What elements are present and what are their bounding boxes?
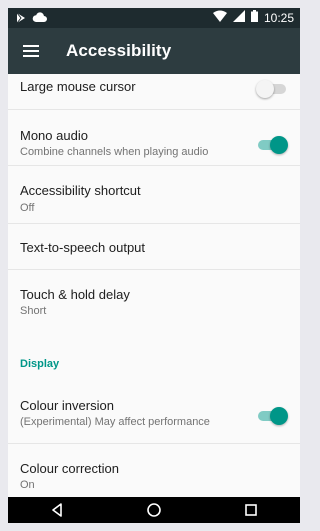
setting-subtitle: Short xyxy=(20,305,47,317)
setting-title: Large mouse cursor xyxy=(20,79,136,94)
setting-title: Colour inversion xyxy=(20,398,114,413)
setting-title: Mono audio xyxy=(20,128,88,143)
setting-subtitle: Off xyxy=(20,202,35,214)
menu-button[interactable] xyxy=(8,28,54,74)
setting-colour-correction[interactable]: Colour correction On xyxy=(8,444,300,497)
toggle-thumb xyxy=(270,407,288,425)
setting-subtitle: (Experimental) May affect performance xyxy=(20,416,210,428)
setting-subtitle: On xyxy=(20,479,35,491)
recents-icon xyxy=(245,504,258,516)
status-left-icons xyxy=(16,11,48,29)
toggle-thumb xyxy=(256,80,274,98)
setting-subtitle: Combine channels when playing audio xyxy=(20,146,209,158)
setting-title: Text-to-speech output xyxy=(20,240,146,255)
menu-icon xyxy=(23,45,39,57)
phone-screen: 10:25 Accessibility Large mouse cursor M… xyxy=(8,8,300,523)
status-bar: 10:25 xyxy=(8,8,300,28)
home-button[interactable] xyxy=(134,497,174,523)
large-mouse-cursor-toggle[interactable] xyxy=(256,79,288,98)
section-header-display: Display xyxy=(20,358,60,370)
setting-mono-audio[interactable]: Mono audio Combine channels when playing… xyxy=(8,110,300,166)
setting-colour-inversion[interactable]: Colour inversion (Experimental) May affe… xyxy=(8,376,300,444)
cloud-icon xyxy=(32,11,48,29)
recents-button[interactable] xyxy=(231,497,271,523)
setting-title: Colour correction xyxy=(20,461,119,476)
navigation-bar xyxy=(8,497,300,523)
back-button[interactable] xyxy=(37,497,77,523)
battery-icon xyxy=(250,10,258,25)
colour-inversion-toggle[interactable] xyxy=(256,406,288,425)
signal-icon xyxy=(232,10,245,25)
toggle-thumb xyxy=(270,136,288,154)
setting-touch-hold-delay[interactable]: Touch & hold delay Short xyxy=(8,270,300,326)
wifi-icon xyxy=(212,10,227,25)
home-icon xyxy=(147,503,161,517)
status-time: 10:25 xyxy=(263,10,294,25)
setting-large-mouse-cursor[interactable]: Large mouse cursor xyxy=(8,74,300,110)
back-icon xyxy=(51,503,62,517)
setting-title: Touch & hold delay xyxy=(20,287,130,302)
play-store-icon xyxy=(16,11,26,29)
app-bar: Accessibility xyxy=(8,28,300,74)
status-right-icons: 10:25 xyxy=(212,10,294,25)
settings-list: Large mouse cursor Mono audio Combine ch… xyxy=(8,74,300,497)
setting-accessibility-shortcut[interactable]: Accessibility shortcut Off xyxy=(8,166,300,224)
setting-title: Accessibility shortcut xyxy=(20,183,141,198)
mono-audio-toggle[interactable] xyxy=(256,135,288,154)
setting-text-to-speech[interactable]: Text-to-speech output xyxy=(8,224,300,270)
page-title: Accessibility xyxy=(66,41,172,60)
